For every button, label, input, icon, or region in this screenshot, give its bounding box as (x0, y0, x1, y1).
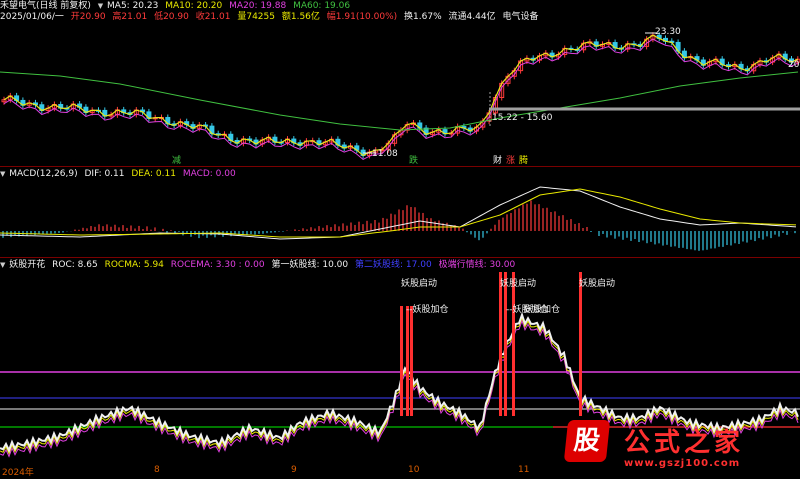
axis-year: 2024年 (2, 468, 34, 478)
yaogu-signal-bar (579, 272, 582, 416)
turnover-value: 换1.67% (404, 12, 442, 22)
macd-title: MACD(12,26,9) (9, 169, 78, 179)
price-panel[interactable]: 禾望电气(日线 前复权) ▼ MA5: 20.23 MA10: 20.20 MA… (0, 0, 800, 165)
watermark-title: 公式之家 (624, 428, 745, 458)
tag-jian: 减 (172, 156, 182, 165)
axis-month-11: 11 (518, 465, 530, 475)
tag-die: 跌 (409, 156, 419, 165)
yaogu-signal-bar (512, 272, 515, 416)
macd-chart[interactable] (0, 167, 800, 257)
amount-value: 额1.56亿 (281, 12, 320, 22)
low-value: 低20.90 (154, 12, 189, 22)
axis-month-10: 10 (408, 465, 420, 475)
volume-value: 量74255 (237, 12, 275, 22)
yaogu-signal-bar (499, 272, 502, 416)
yaogu-signal-bar (410, 306, 413, 416)
open-value: 开20.90 (70, 12, 106, 22)
rocema-value: ROCEMA: 3.30 : 0.00 (170, 260, 265, 270)
dea-value: DEA: 0.11 (131, 169, 176, 179)
rocma-value: ROCMA: 5.94 (104, 260, 164, 270)
macd-header: ▼ MACD(12,26,9) DIF: 0.11 DEA: 0.11 MACD… (0, 168, 240, 180)
right-edge-label: 20 (788, 60, 800, 70)
low-price-label: 11.08 (372, 149, 398, 159)
gu-badge-logo: 股 (563, 420, 611, 462)
sector-value: 电气设备 (502, 12, 539, 22)
ma10-value: MA10: 20.20 (165, 1, 223, 11)
yaogu-dropdown-caret-icon[interactable]: ▼ (0, 261, 5, 269)
hot-line-value: 极端行情线: 30.00 (438, 260, 516, 270)
price-header-row2: 2025/01/06/一 开20.90 高21.01 低20.90 收21.01… (0, 11, 542, 23)
stock-title: 禾望电气(日线 前复权) (0, 1, 91, 11)
qidong-label-2: 妖股启动 (500, 279, 537, 289)
jiacang-label-1: --妖股加仓 (406, 305, 449, 315)
tag-zhang: 涨 (506, 156, 516, 165)
dropdown-caret-icon[interactable]: ▼ (98, 2, 103, 10)
kline-chart[interactable] (0, 0, 800, 165)
change-value: 幅1.91(10.00%) (326, 12, 398, 22)
tag-cai: 财 (493, 156, 503, 165)
ma60-line (0, 71, 799, 131)
high-value: 高21.01 (112, 12, 148, 22)
watermark-url: www.gszj100.com (624, 458, 741, 469)
float-value: 流通4.44亿 (448, 12, 496, 22)
range-label: 15.22 - 15.60 (492, 113, 553, 123)
qidong-label-3: 妖股启动 (579, 279, 616, 289)
gszj-watermark: 股 公式之家 www.gszj100.com (560, 420, 790, 476)
yaogu-signal-bar (406, 306, 409, 416)
yaogu-title: 妖股开花 (9, 260, 46, 270)
roc-value: ROC: 8.65 (52, 260, 98, 270)
yaogu-signal-bar (400, 306, 403, 416)
yaogu-header: ▼ 妖股开花 ROC: 8.65 ROCMA: 5.94 ROCEMA: 3.3… (0, 259, 519, 271)
ma20-value: MA20: 19.88 (229, 1, 287, 11)
macd-value: MACD: 0.00 (182, 169, 236, 179)
axis-month-8: 8 (154, 465, 160, 475)
jiacang-label-3: 妖股加仓 (524, 305, 561, 315)
qidong-label-1: 妖股启动 (401, 279, 438, 289)
yaogu-signal-bar (504, 272, 507, 416)
ma20-line (3, 38, 799, 161)
macd-dropdown-caret-icon[interactable]: ▼ (0, 170, 5, 178)
axis-month-9: 9 (291, 465, 297, 475)
close-value: 收21.01 (195, 12, 231, 22)
date-value: 2025/01/06/一 (0, 12, 64, 22)
macd-panel[interactable]: ▼ MACD(12,26,9) DIF: 0.11 DEA: 0.11 MACD… (0, 166, 800, 257)
dif-value: DIF: 0.11 (84, 169, 125, 179)
tag-teng: 腾 (519, 156, 529, 165)
first-line-value: 第一妖股线: 10.00 (271, 260, 349, 270)
high-price-label: 23.30 (655, 27, 681, 37)
second-line-value: 第二妖股线: 17.00 (355, 260, 432, 270)
ma60-value: MA60: 19.06 (293, 1, 351, 11)
ma5-value: MA5: 20.23 (107, 1, 159, 11)
